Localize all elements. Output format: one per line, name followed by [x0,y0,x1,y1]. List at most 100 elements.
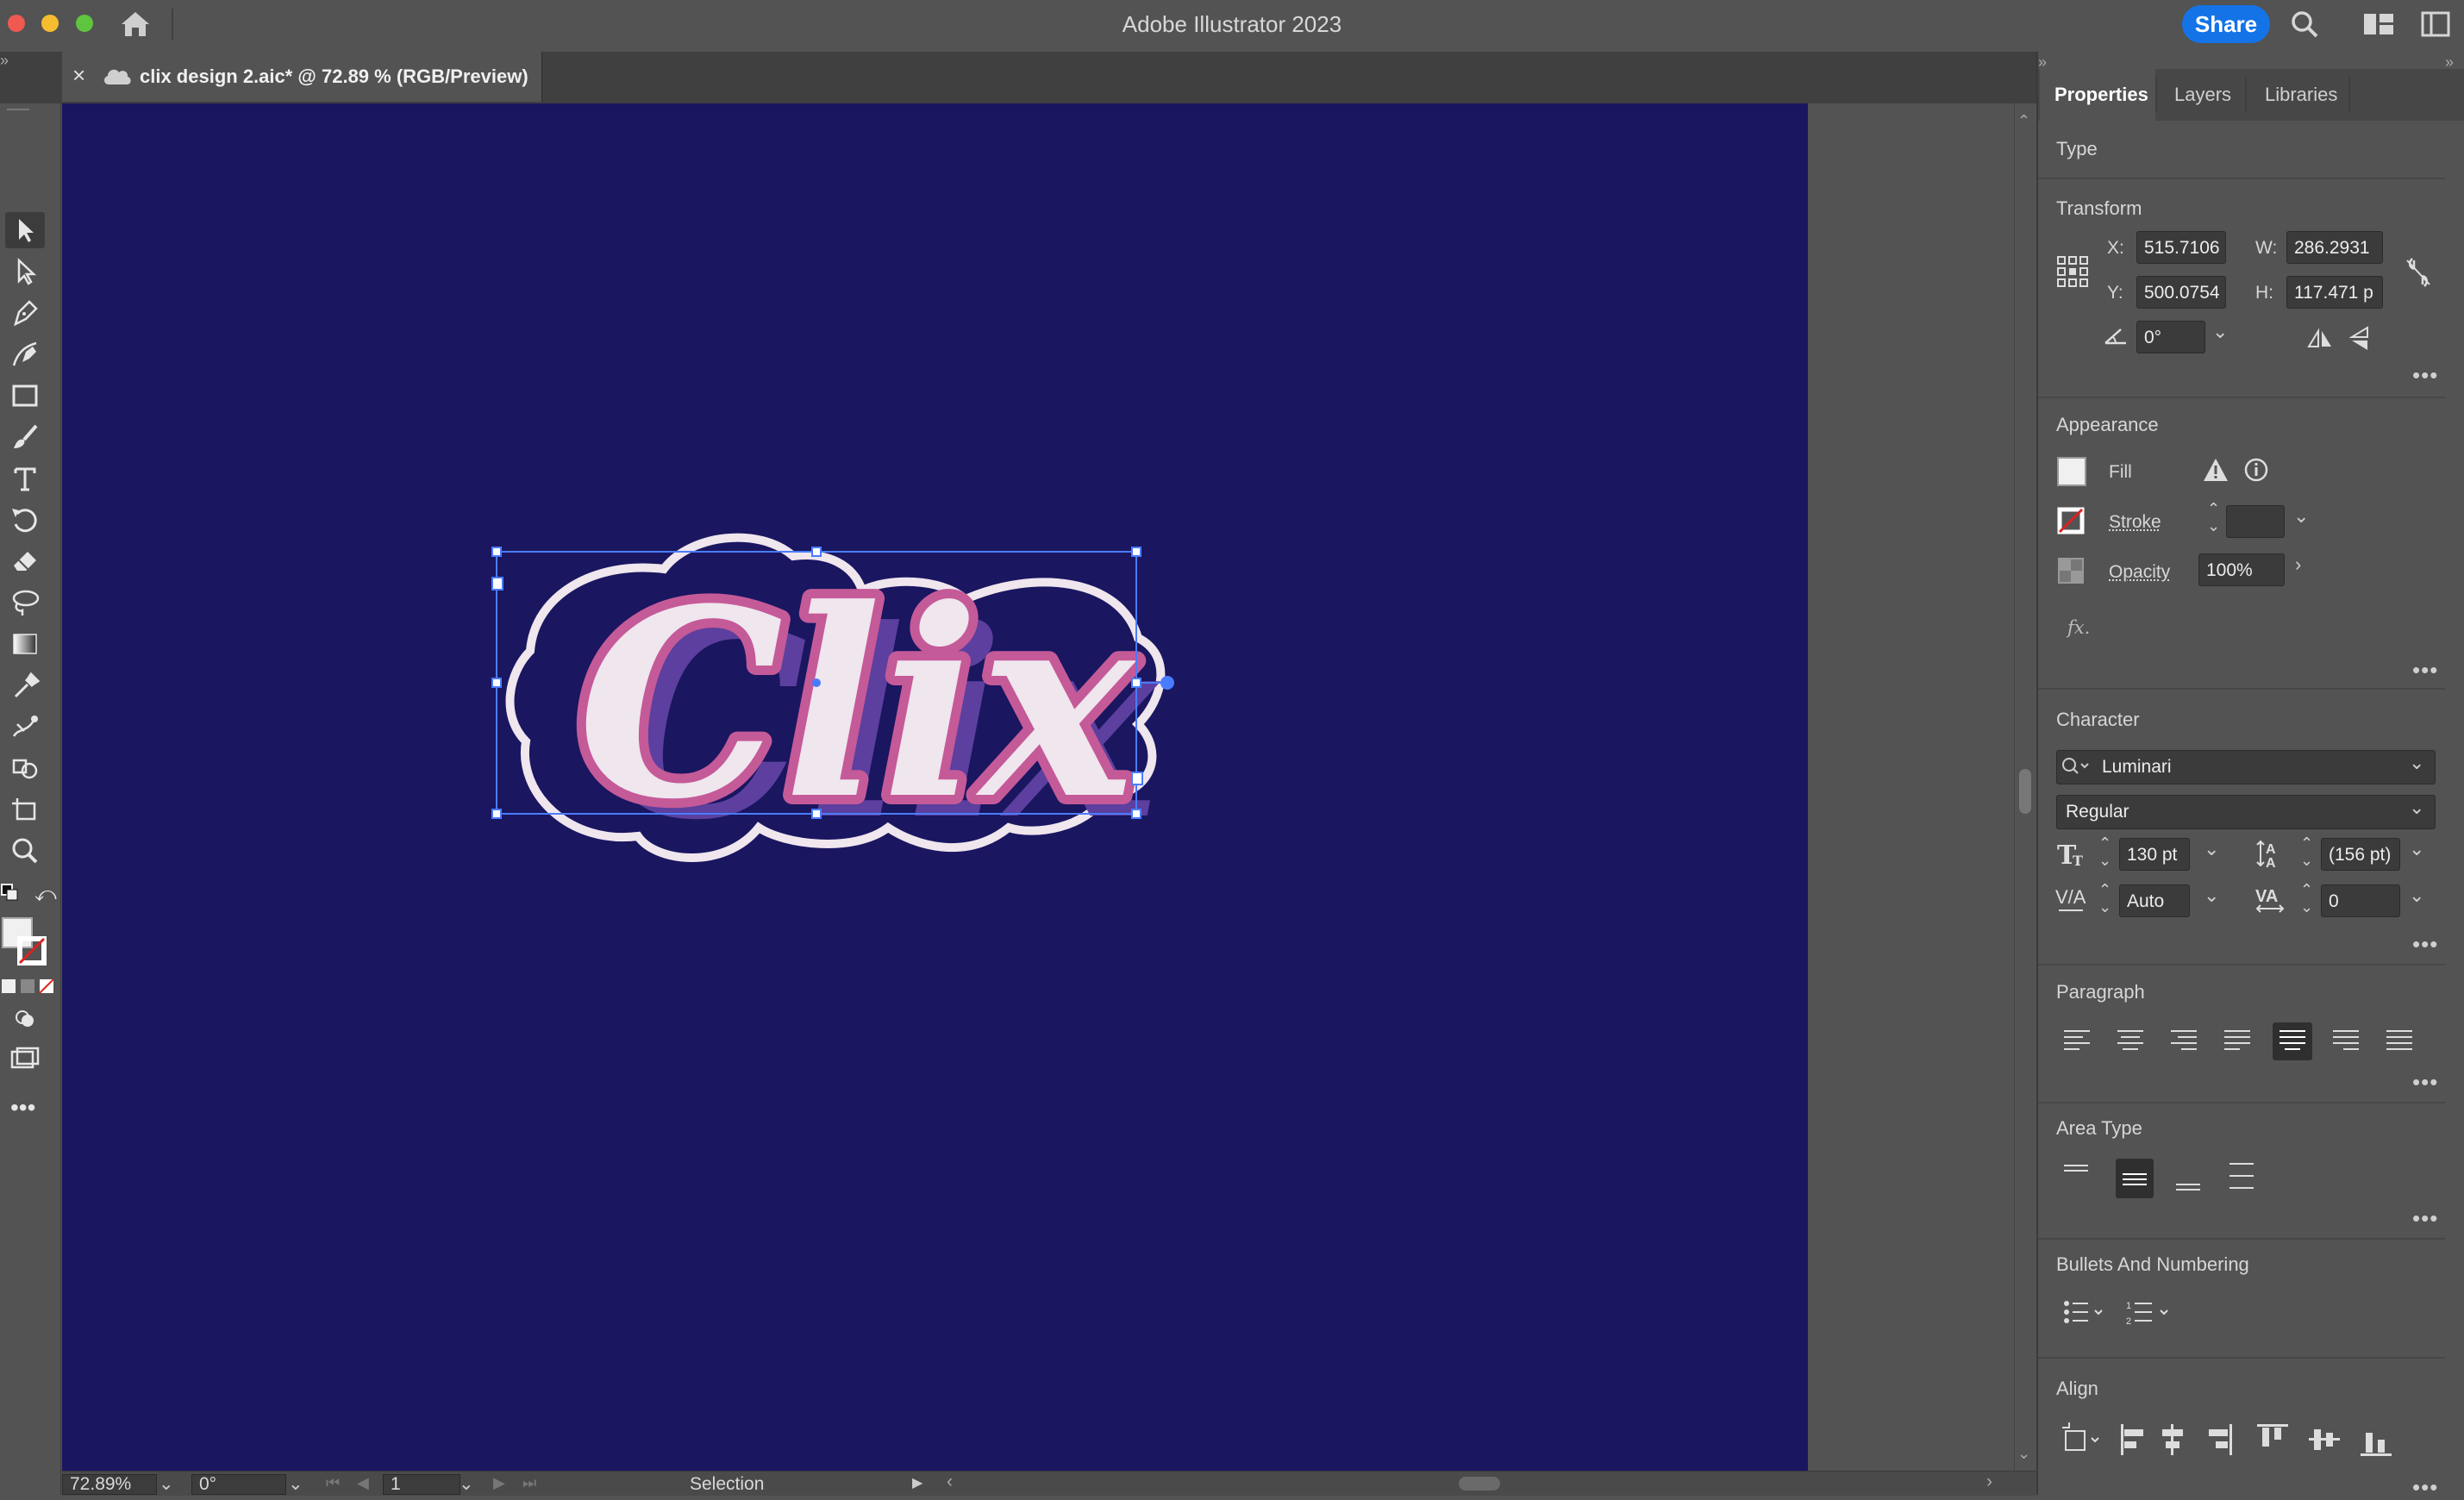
canvas-scroll-thumb[interactable] [2019,769,2031,814]
tab-libraries[interactable]: Libraries [2265,69,2337,121]
previous-artboard-icon[interactable]: ◀ [357,1474,369,1492]
kerning-field[interactable]: Auto [2119,884,2190,917]
screen-mode-icon[interactable] [5,1041,45,1078]
pen-tool-icon[interactable] [5,295,45,331]
stroke-label[interactable]: Stroke [2109,512,2161,533]
opacity-field[interactable]: 100% [2198,553,2285,586]
opacity-swatch-icon[interactable] [2057,557,2085,584]
artboard-number-field[interactable]: 1 [383,1474,460,1495]
scroll-up-arrow-icon[interactable]: ⌃ [2017,112,2030,130]
stroke-swatch[interactable] [17,936,47,966]
kerning-stepper[interactable]: ⌃ ⌄ [2098,881,2111,916]
rotate-tool-icon[interactable] [5,502,45,538]
bulleted-list-icon[interactable] [2062,1298,2105,1326]
tracking-field[interactable]: 0 [2321,884,2400,917]
x-position-field[interactable]: 515.7106 [2136,231,2226,264]
edit-toolbar-icon[interactable]: ••• [10,1096,35,1120]
zoom-level-field[interactable]: 72.89% [62,1474,157,1495]
eraser-tool-icon[interactable] [5,543,45,579]
stroke-weight-stepper[interactable]: ⌃ ⌄ [2207,500,2220,534]
leading-field[interactable]: (156 pt) [2321,838,2400,871]
kerning-dropdown-icon[interactable]: ⌄ [2204,884,2219,907]
selection-tool-icon[interactable] [5,212,45,248]
area-type-more-options[interactable]: ••• [2412,1207,2438,1229]
search-icon[interactable] [2287,7,2322,41]
panel-scrollbar[interactable] [2450,121,2464,1495]
rotate-field[interactable]: 0° [2136,321,2205,353]
panel-toggle-icon[interactable] [2421,10,2450,38]
reference-point-icon[interactable] [2056,255,2089,288]
last-artboard-icon[interactable]: ⏭ [522,1474,536,1492]
stroke-color-swatch[interactable] [2057,507,2085,534]
height-field[interactable]: 117.471 p [2286,276,2383,309]
effects-fx-button[interactable]: fx. [2067,617,2090,638]
flip-horizontal-icon[interactable] [2307,328,2333,350]
lasso-tool-icon[interactable] [5,584,45,621]
share-button[interactable]: Share [2182,5,2270,43]
rotate-view-field[interactable]: 0° [191,1474,286,1495]
draw-mode-icon[interactable] [5,1000,45,1036]
rectangle-tool-icon[interactable] [5,378,45,414]
leading-stepper[interactable]: ⌃ ⌄ [2300,834,2313,869]
opacity-arrow-icon[interactable]: › [2295,553,2301,576]
numbered-list-icon[interactable]: 12 [2126,1298,2173,1327]
rotate-dropdown-icon[interactable]: ⌄ [2212,321,2228,343]
paintbrush-tool-icon[interactable] [5,419,45,455]
horizontal-scroll-thumb[interactable] [1459,1477,1500,1491]
align-objects-group[interactable] [2061,1421,2440,1459]
stroke-dropdown-icon[interactable]: ⌄ [2293,505,2309,528]
gradient-tool-icon[interactable] [5,626,45,662]
transform-more-options[interactable]: ••• [2412,364,2438,386]
paragraph-alignment-group[interactable] [2059,1022,2455,1060]
character-more-options[interactable]: ••• [2412,933,2438,955]
info-icon[interactable] [2243,457,2269,483]
font-size-dropdown-icon[interactable]: ⌄ [2204,838,2219,860]
tracking-stepper[interactable]: ⌃ ⌄ [2300,881,2313,916]
collapse-toolbar-icon[interactable]: » [0,52,17,69]
zoom-dropdown-icon[interactable]: ⌄ [159,1473,174,1495]
font-size-stepper[interactable]: ⌃ ⌄ [2098,834,2111,869]
zoom-tool-icon[interactable] [5,833,45,869]
align-more-options[interactable]: ••• [2412,1476,2438,1498]
area-type-alignment-group[interactable] [2059,1159,2266,1198]
scroll-right-arrow-icon[interactable]: › [1986,1472,1992,1492]
paragraph-more-options[interactable]: ••• [2412,1071,2438,1093]
type-tool-icon[interactable] [5,460,45,497]
rotate-dropdown-icon[interactable]: ⌄ [288,1473,303,1495]
curvature-tool-icon[interactable] [5,336,45,372]
artboard-dropdown-icon[interactable]: ⌄ [459,1473,474,1495]
swap-colors-icon[interactable]: ⤺ [34,883,57,906]
constrain-proportions-icon[interactable] [2404,255,2433,290]
close-document-button[interactable]: × [72,62,85,89]
next-artboard-icon[interactable]: ▶ [493,1474,505,1492]
font-size-field[interactable]: 130 pt [2119,838,2190,871]
selection-bounding-box[interactable] [491,543,1181,819]
font-style-chevron-icon[interactable]: ⌄ [2409,797,2424,819]
shape-builder-tool-icon[interactable] [5,750,45,786]
direct-selection-tool-icon[interactable] [5,253,45,290]
warning-icon[interactable] [2202,457,2229,483]
tab-properties[interactable]: Properties [2054,69,2148,121]
font-family-chevron-icon[interactable]: ⌄ [2409,752,2424,774]
stroke-weight-field[interactable] [2226,505,2285,538]
default-colors-icon[interactable] [0,883,19,902]
leading-dropdown-icon[interactable]: ⌄ [2409,838,2424,860]
appearance-more-options[interactable]: ••• [2412,659,2438,681]
status-menu-arrow-icon[interactable]: ▶ [912,1474,922,1491]
tab-layers[interactable]: Layers [2174,69,2231,121]
workspace-switcher-icon[interactable] [2362,12,2395,36]
artboard-tool-icon[interactable] [5,791,45,828]
y-position-field[interactable]: 500.0754 [2136,276,2226,309]
eyedropper-tool-icon[interactable] [5,667,45,703]
width-field[interactable]: 286.2931 [2286,231,2383,264]
flip-vertical-icon[interactable] [2348,326,2371,352]
tracking-dropdown-icon[interactable]: ⌄ [2409,884,2424,907]
scroll-down-arrow-icon[interactable]: ⌄ [2017,1445,2030,1463]
puppet-warp-tool-icon[interactable] [5,709,45,745]
opacity-label[interactable]: Opacity [2109,562,2170,583]
color-mode-buttons[interactable] [0,978,57,995]
scroll-left-arrow-icon[interactable]: ‹ [947,1472,953,1492]
fill-color-swatch[interactable] [2057,457,2086,486]
canvas-vertical-scrollbar[interactable]: ⌃ ⌄ [2014,103,2037,1471]
first-artboard-icon[interactable]: ⏮ [326,1474,340,1492]
